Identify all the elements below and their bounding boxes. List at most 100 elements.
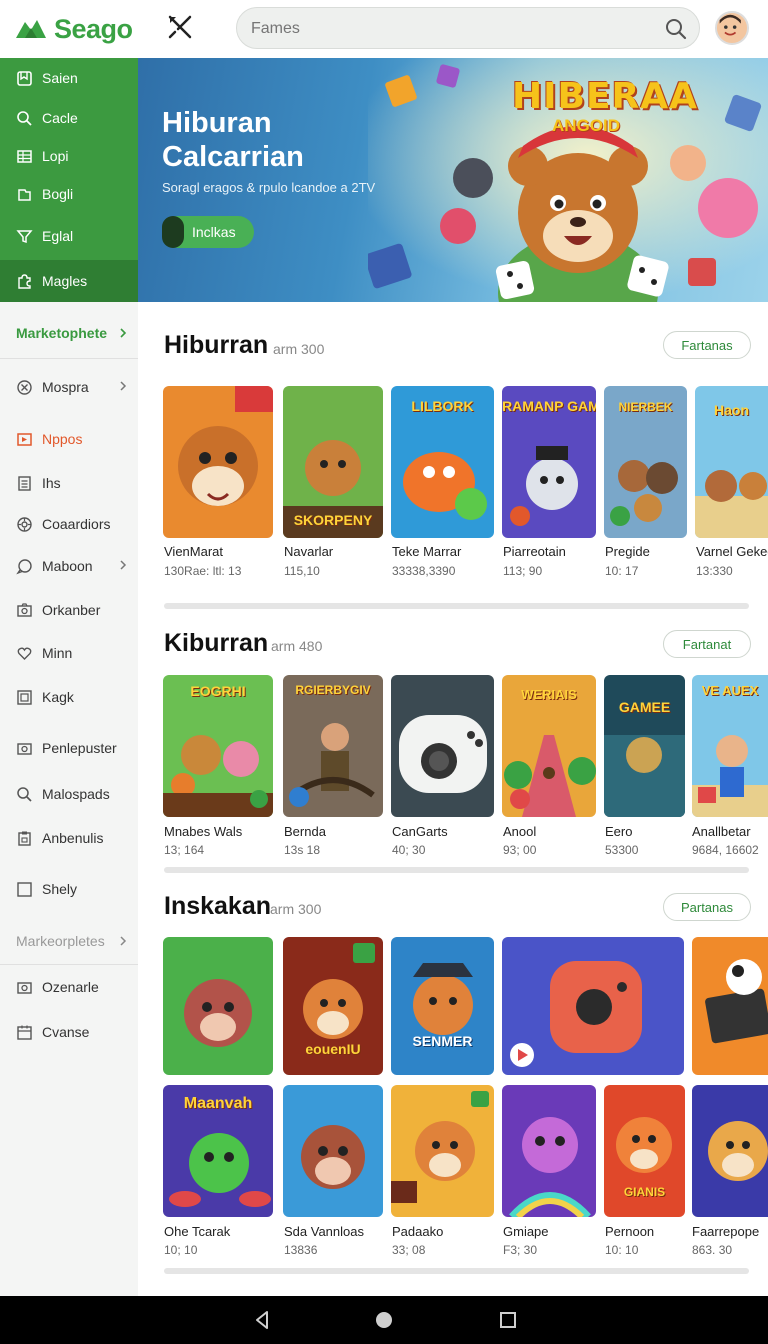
sidebar-item-anbenulis[interactable]: Anbenulis xyxy=(0,818,138,858)
game-card-title: Teke Marrar xyxy=(392,544,462,559)
game-card[interactable]: GIANIS xyxy=(604,1085,685,1217)
game-card-title: Piarreotain xyxy=(503,544,566,559)
search-input[interactable] xyxy=(251,18,651,40)
leaf-logo-icon xyxy=(16,20,46,38)
sidebar-item-minn[interactable]: Minn xyxy=(0,633,138,673)
game-card[interactable] xyxy=(502,937,684,1075)
sidebar-item-magles[interactable]: Magles xyxy=(0,260,138,302)
sidebar-item-label: Bogli xyxy=(42,186,74,202)
sidebar-item-label: Minn xyxy=(42,645,73,661)
game-card-title: Varnel Gekec xyxy=(696,544,768,559)
game-card[interactable] xyxy=(502,1085,596,1217)
game-card[interactable]: VE AUEX xyxy=(692,675,768,817)
sidebar-item-saien[interactable]: Saien xyxy=(0,58,138,98)
section-title: Hiburran xyxy=(164,331,269,359)
hero-banner[interactable]: HIBERAA ANGOID Hiburan Calcarrian Soragl… xyxy=(138,58,768,302)
game-card-meta: 53300 xyxy=(605,843,639,857)
game-card[interactable]: SKORPENY xyxy=(283,386,383,538)
game-card-art-label: SENMER xyxy=(412,1033,473,1049)
sidebar-item-label: Shely xyxy=(42,881,78,897)
sidebar-item-nppos[interactable]: Nppos xyxy=(0,419,138,459)
sidebar-section-marketophete[interactable]: Marketophete xyxy=(0,313,138,353)
sidebar-item-penlepuster[interactable]: Penlepuster xyxy=(0,728,138,768)
game-card[interactable]: RAMANP GAME xyxy=(502,386,596,538)
game-card[interactable]: Haon xyxy=(695,386,768,538)
banner-cta-button[interactable]: Inclkas xyxy=(162,216,254,248)
game-card-title: CanGarts xyxy=(392,824,448,839)
game-card-art-label: RGIERBYGIV xyxy=(295,683,371,697)
sidebar-item-mospra[interactable]: Mospra xyxy=(0,367,138,407)
sidebar-item-label: Cacle xyxy=(42,110,78,126)
sidebar-section-markeorpletes[interactable]: Markeorpletes xyxy=(0,921,138,961)
banner-title: Hiburan Calcarrian xyxy=(162,106,422,174)
search-bar[interactable] xyxy=(236,7,700,49)
sidebar: Saien Cacle Lopi Bogli Eglal Magles Mark… xyxy=(0,58,138,1296)
circle-x-icon xyxy=(17,379,32,395)
section-title: Inskakan xyxy=(164,892,272,920)
game-card-meta: 10; 10 xyxy=(164,1243,198,1257)
horizontal-scrollbar[interactable] xyxy=(164,603,749,609)
game-card-meta: 113; 90 xyxy=(503,564,543,578)
sidebar-item-orkanber[interactable]: Orkanber xyxy=(0,590,138,630)
game-card[interactable]: NIERBEK xyxy=(604,386,687,538)
recents-icon[interactable] xyxy=(496,1308,520,1332)
sidebar-item-label: Orkanber xyxy=(42,602,101,618)
sidebar-item-maboon[interactable]: Maboon xyxy=(0,546,138,586)
sidebar-item-cvanse[interactable]: Cvanse xyxy=(0,1012,138,1052)
game-card[interactable] xyxy=(391,675,494,817)
user-avatar[interactable] xyxy=(715,11,749,45)
section-see-all-button[interactable]: Fartanas xyxy=(663,331,751,359)
sidebar-item-eglal[interactable]: Eglal xyxy=(0,216,138,256)
game-card[interactable] xyxy=(283,1085,383,1217)
game-card[interactable] xyxy=(163,937,273,1075)
sidebar-section-label: Markeorpletes xyxy=(16,933,105,949)
game-card[interactable]: LILBORK xyxy=(391,386,494,538)
horizontal-scrollbar[interactable] xyxy=(164,1268,749,1274)
clipboard-icon xyxy=(18,831,31,846)
folder-icon xyxy=(18,188,31,201)
sidebar-item-ozenarle[interactable]: Ozenarle xyxy=(0,967,138,1007)
game-card[interactable]: GAMEE xyxy=(604,675,685,817)
camera-icon xyxy=(17,981,32,994)
game-card[interactable]: EOGRHI xyxy=(163,675,273,817)
game-card[interactable] xyxy=(163,386,273,538)
horizontal-scrollbar[interactable] xyxy=(164,867,749,873)
home-icon[interactable] xyxy=(372,1308,396,1332)
cross-tool-icon[interactable] xyxy=(166,13,194,41)
bookmark-icon xyxy=(17,70,32,86)
sidebar-item-shely[interactable]: Shely xyxy=(0,869,138,909)
game-card[interactable]: RGIERBYGIV xyxy=(283,675,383,817)
game-card-art-label: EOGRHI xyxy=(190,683,246,699)
sidebar-item-label: Eglal xyxy=(42,228,74,244)
section-see-all-button[interactable]: Fartanat xyxy=(663,630,751,658)
game-card[interactable] xyxy=(692,1085,768,1217)
game-card[interactable]: Maanvah xyxy=(163,1085,273,1217)
game-card[interactable] xyxy=(692,937,768,1075)
search-icon xyxy=(17,110,32,126)
puzzle-icon xyxy=(18,273,31,289)
game-card-art-label: GIANIS xyxy=(623,1185,666,1199)
sidebar-item-coaardiors[interactable]: Coaardiors xyxy=(0,504,138,544)
sidebar-item-ihs[interactable]: Ihs xyxy=(0,463,138,503)
sidebar-item-kagk[interactable]: Kagk xyxy=(0,677,138,717)
back-icon[interactable] xyxy=(250,1308,274,1332)
sidebar-item-label: Cvanse xyxy=(42,1024,90,1040)
game-card[interactable] xyxy=(391,1085,494,1217)
game-card[interactable]: SENMER xyxy=(391,937,494,1075)
app-logo[interactable]: Seago xyxy=(14,12,133,46)
game-thumbnail xyxy=(391,1085,494,1217)
game-card-meta: 115,10 xyxy=(284,564,320,578)
game-card-art-label: GAMEE xyxy=(618,699,671,715)
sidebar-item-cacle[interactable]: Cacle xyxy=(0,98,138,138)
sidebar-item-malospads[interactable]: Malospads xyxy=(0,774,138,814)
game-thumbnail xyxy=(502,1085,596,1217)
search-icon[interactable] xyxy=(665,18,687,40)
game-card[interactable]: WERIAIS xyxy=(502,675,596,817)
chevron-right-icon xyxy=(120,328,127,338)
section-see-all-button[interactable]: Partanas xyxy=(663,893,751,921)
game-card-title: Ohe Tcarak xyxy=(164,1224,231,1239)
game-card[interactable]: eouenIU xyxy=(283,937,383,1075)
sidebar-item-lopi[interactable]: Lopi xyxy=(0,136,138,176)
sidebar-item-bogli[interactable]: Bogli xyxy=(0,174,138,214)
banner-subtitle: Soragl eragos & rpulo lcandoe a 2TV xyxy=(162,180,376,195)
